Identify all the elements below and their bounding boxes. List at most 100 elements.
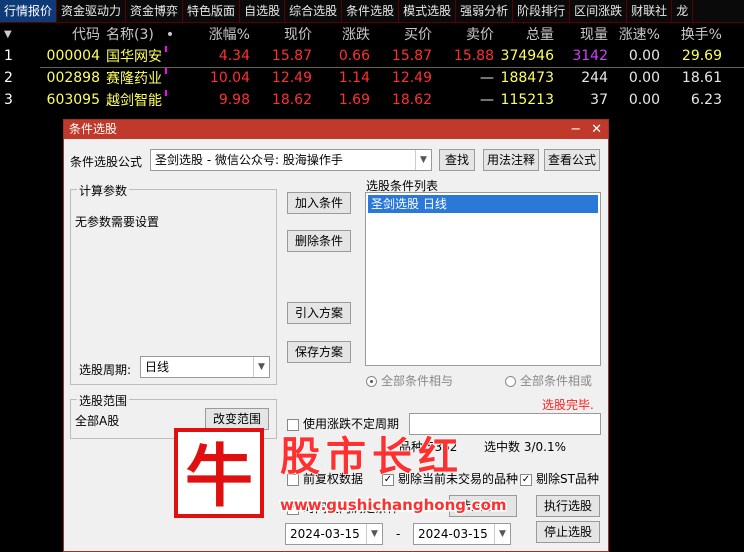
row-index: 1	[4, 48, 13, 64]
tab-10[interactable]: 区间涨跌	[570, 0, 628, 22]
chg-pct: 10.04	[209, 70, 250, 86]
run-select-button[interactable]: 执行选股	[536, 495, 600, 517]
tab-0[interactable]: 行情报价	[0, 0, 58, 22]
formula-select[interactable]: 圣剑选股 - 微信公众号: 股海操作手 ▼	[150, 149, 432, 171]
tab-7[interactable]: 模式选股	[399, 0, 457, 22]
table-row[interactable]: 2 002898 赛隆药业 10.04 12.49 1.14 12.49 — 1…	[0, 67, 744, 89]
chg: 1.14	[338, 70, 370, 86]
stop-select-button[interactable]: 停止选股	[536, 521, 600, 543]
list-item[interactable]: 圣剑选股 日线	[368, 195, 598, 213]
turnover: 29.69	[681, 48, 722, 64]
row-index: 3	[4, 92, 13, 108]
radio-all-or[interactable]: 全部条件相或	[505, 372, 592, 389]
col-ask[interactable]: 卖价	[432, 24, 494, 44]
radio-icon	[366, 376, 377, 387]
stock-code: 603095	[46, 92, 100, 108]
col-turnover[interactable]: 换手%	[660, 24, 722, 44]
tab-6[interactable]: 条件选股	[342, 0, 400, 22]
volume: 115213	[500, 92, 554, 108]
chg: 0.66	[338, 48, 370, 64]
col-chg[interactable]: 涨跌	[312, 24, 370, 44]
price: 18.62	[271, 92, 312, 108]
bid: 15.87	[391, 48, 432, 64]
speed: 0.00	[628, 70, 660, 86]
market-tab-bar: 行情报价 资金驱动力 资金博弈 特色版面 自选股 综合选股 条件选股 模式选股 强弱分析 阶段排行…	[0, 0, 744, 23]
price: 15.87	[271, 48, 312, 64]
period-label: 选股周期:	[79, 363, 132, 377]
col-chg-pct[interactable]: 涨幅%	[196, 24, 250, 44]
chevron-down-icon: ▼	[415, 150, 431, 170]
ask: —	[480, 92, 494, 108]
tab-11[interactable]: 财联社	[627, 0, 673, 22]
cur-volume: 3142	[572, 48, 608, 64]
find-button[interactable]: 查找	[439, 149, 475, 171]
view-formula-button[interactable]: 查看公式	[544, 149, 600, 171]
tab-2[interactable]: 资金博弈	[126, 0, 184, 22]
radio-icon	[505, 376, 516, 387]
add-condition-button[interactable]: 加入条件	[287, 192, 351, 214]
minimize-icon[interactable]: −	[570, 120, 581, 139]
row-index: 2	[4, 70, 13, 86]
params-group-title: 计算参数	[77, 182, 130, 199]
col-price[interactable]: 现价	[250, 24, 312, 44]
dialog-title: 条件选股	[69, 122, 118, 136]
speed: 0.00	[628, 48, 660, 64]
params-group: 计算参数 无参数需要设置 选股周期: 日线 ▼	[70, 182, 277, 385]
price: 12.49	[271, 70, 312, 86]
period-select[interactable]: 日线 ▼	[140, 356, 270, 378]
tab-4[interactable]: 自选股	[240, 0, 286, 22]
stock-name: 越剑智能	[100, 90, 196, 110]
turnover: 18.61	[681, 70, 722, 86]
tab-8[interactable]: 强弱分析	[456, 0, 514, 22]
import-plan-button[interactable]: 引入方案	[287, 302, 351, 324]
date-to-picker[interactable]: 2024-03-15 ▼	[413, 523, 511, 545]
dialog-title-bar[interactable]: 条件选股 − ✕	[64, 120, 608, 139]
no-params-text: 无参数需要设置	[75, 215, 160, 229]
table-row[interactable]: 1 000004 国华网安 4.34 15.87 0.66 15.87 15.8…	[0, 45, 744, 67]
ask: 15.88	[453, 48, 494, 64]
delete-condition-button[interactable]: 删除条件	[287, 230, 351, 252]
stock-name: 国华网安	[100, 46, 196, 66]
range-value: 全部A股	[75, 414, 120, 428]
watermark-char: 牛	[185, 438, 253, 517]
cur-volume: 37	[590, 92, 608, 108]
sort-down-icon[interactable]: ▼	[0, 29, 36, 40]
bid: 18.62	[391, 92, 432, 108]
ask: —	[480, 70, 494, 86]
chevron-down-icon: ▼	[253, 357, 269, 377]
date-from-picker[interactable]: 2024-03-15 ▼	[285, 523, 383, 545]
range-group-title: 选股范围	[77, 392, 130, 409]
radio-all-and[interactable]: 全部条件相与	[366, 372, 453, 389]
stock-name: 赛隆药业	[100, 68, 196, 88]
chevron-down-icon: ▼	[494, 524, 510, 544]
col-speed[interactable]: 涨速%	[608, 24, 660, 44]
tab-5[interactable]: 综合选股	[285, 0, 343, 22]
condition-list[interactable]: 圣剑选股 日线	[365, 192, 601, 366]
col-code[interactable]: 代码	[36, 24, 100, 44]
tab-9[interactable]: 阶段排行	[513, 0, 571, 22]
watermark-logo: 牛 股市长红 www.gushichanghong.com	[172, 426, 534, 522]
tab-3[interactable]: 特色版面	[183, 0, 241, 22]
watermark-url: www.gushichanghong.com	[280, 496, 507, 514]
status-text: 选股完毕.	[542, 398, 594, 412]
col-vol[interactable]: 总量	[494, 24, 554, 44]
stock-code: 002898	[46, 70, 100, 86]
date-separator: -	[396, 527, 401, 541]
usage-button[interactable]: 用法注释	[483, 149, 539, 171]
col-bid[interactable]: 买价	[370, 24, 432, 44]
chevron-down-icon: ▼	[366, 524, 382, 544]
chg: 1.69	[338, 92, 370, 108]
tab-12[interactable]: 龙	[672, 0, 694, 22]
volume: 188473	[500, 70, 554, 86]
col-name[interactable]: 名称(3) •	[100, 24, 196, 44]
watermark-title: 股市长红	[280, 434, 464, 480]
save-plan-button[interactable]: 保存方案	[287, 341, 351, 363]
tab-1[interactable]: 资金驱动力	[57, 0, 127, 22]
cur-volume: 244	[581, 70, 608, 86]
close-icon[interactable]: ✕	[591, 120, 602, 139]
chg-pct: 4.34	[218, 48, 250, 64]
volume: 374946	[500, 48, 554, 64]
table-row[interactable]: 3 603095 越剑智能 9.98 18.62 1.69 18.62 — 11…	[0, 89, 744, 111]
col-cur-vol[interactable]: 现量	[554, 24, 608, 44]
stock-code: 000004	[46, 48, 100, 64]
